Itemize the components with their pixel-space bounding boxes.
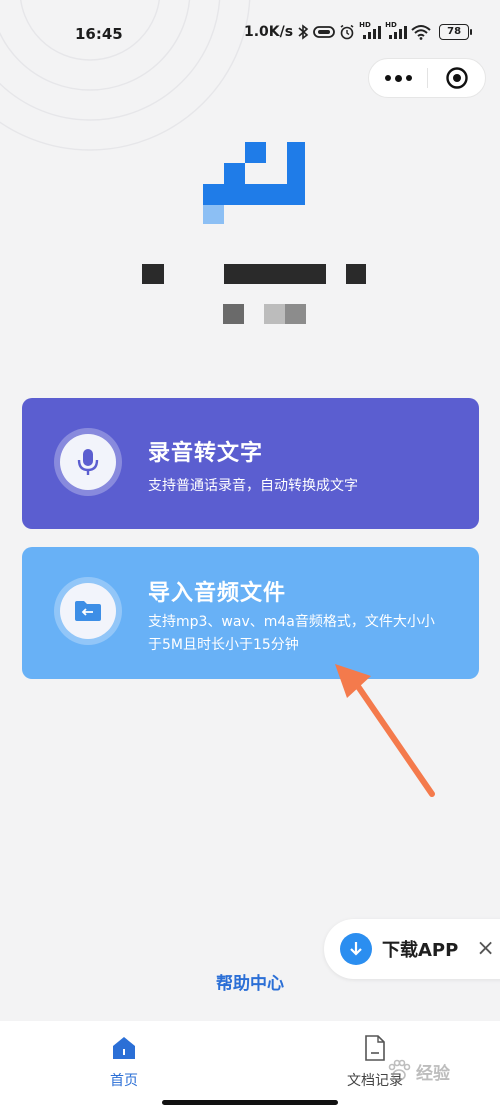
bluetooth-icon bbox=[297, 24, 309, 40]
network-speed: 1.0K/s bbox=[244, 24, 294, 40]
annotation-arrow-icon bbox=[335, 664, 435, 797]
status-bar: 16:45 1.0K/s HD HD 78 bbox=[0, 21, 500, 48]
paw-icon bbox=[388, 1059, 411, 1081]
close-icon[interactable]: × bbox=[476, 938, 494, 960]
miniprogram-capsule bbox=[368, 58, 486, 98]
app-name-redacted bbox=[346, 264, 366, 284]
hd-tag: HD bbox=[359, 21, 371, 29]
app-subtitle-redacted bbox=[285, 304, 306, 324]
status-icons: 1.0K/s HD HD 78 bbox=[244, 21, 473, 40]
watermark: 经验 bbox=[386, 1058, 450, 1084]
app-name-redacted bbox=[224, 264, 326, 284]
card-title: 录音转文字 bbox=[148, 441, 264, 466]
app-subtitle-redacted bbox=[264, 304, 285, 324]
help-center-link[interactable]: 帮助中心 bbox=[0, 969, 500, 994]
app-subtitle-redacted bbox=[223, 304, 244, 324]
app-name-redacted bbox=[142, 264, 164, 284]
record-icon-ring bbox=[54, 428, 122, 496]
hd-tag-2: HD bbox=[385, 21, 397, 29]
home-icon bbox=[64, 1034, 184, 1062]
record-to-text-card[interactable]: 录音转文字 支持普通话录音，自动转换成文字 bbox=[22, 398, 479, 529]
card-description: 支持mp3、wav、m4a音频格式，文件大小小于5M且时长小于15分钟 bbox=[148, 614, 435, 653]
download-app-label: 下载APP bbox=[382, 940, 459, 961]
status-time: 16:45 bbox=[75, 25, 123, 43]
card-description: 支持普通话录音，自动转换成文字 bbox=[148, 478, 358, 494]
alarm-icon bbox=[339, 24, 355, 40]
watermark-text: 经验 bbox=[416, 1063, 450, 1084]
folder-import-icon bbox=[60, 583, 116, 639]
pill-icon bbox=[313, 25, 336, 39]
download-icon bbox=[340, 933, 372, 965]
home-indicator bbox=[162, 1100, 338, 1105]
tab-home[interactable]: 首页 bbox=[64, 1034, 184, 1090]
microphone-icon bbox=[60, 434, 116, 490]
card-title: 导入音频文件 bbox=[148, 581, 287, 606]
wifi-icon bbox=[411, 24, 431, 40]
more-dots-icon[interactable] bbox=[369, 74, 427, 82]
target-close-icon[interactable] bbox=[428, 66, 485, 90]
import-icon-ring bbox=[54, 577, 122, 645]
tab-label: 首页 bbox=[110, 1073, 138, 1089]
signal-icon-2: HD bbox=[385, 21, 408, 40]
signal-icon: HD bbox=[359, 21, 382, 40]
battery-icon: 78 bbox=[439, 24, 473, 40]
app-logo bbox=[203, 142, 305, 224]
